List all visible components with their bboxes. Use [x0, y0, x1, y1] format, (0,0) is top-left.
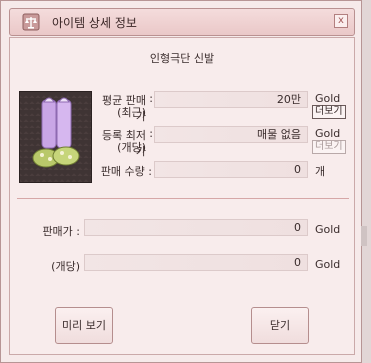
lowest-price-sub: (개당) — [117, 141, 146, 154]
lowest-price-more-button[interactable]: 더보기 — [312, 140, 346, 154]
item-name: 인형극단 신발 — [149, 52, 215, 65]
lowest-price-field: 매물 없음 — [154, 126, 308, 143]
title-bar[interactable]: 아이템 상세 정보 x — [9, 8, 355, 36]
scroll-notch — [361, 226, 367, 246]
item-detail-window: 아이템 상세 정보 x 인형극단 신발 평균 판매가 : (최근) 20만 Go… — [0, 0, 362, 363]
close-icon[interactable]: x — [334, 14, 348, 28]
sale-quantity-field: 0 — [154, 161, 308, 178]
shoes-icon — [32, 97, 80, 168]
avg-price-colon: : — [149, 92, 153, 105]
item-image — [19, 91, 92, 183]
avg-price-more-button[interactable]: 더보기 — [312, 105, 346, 119]
each-price-unit: Gold — [315, 258, 341, 271]
lowest-price-colon: : — [149, 127, 153, 140]
scale-icon — [22, 13, 40, 31]
avg-price-unit: Gold — [315, 92, 341, 105]
lowest-price-unit: Gold — [315, 127, 341, 140]
sale-price-input[interactable]: 0 — [84, 219, 308, 236]
sale-quantity-label: 판매 수량 : — [100, 165, 152, 178]
background-strip — [361, 0, 371, 363]
content-panel: 인형극단 신발 평균 판매가 : (최근) 20만 Gold 더보기 등록 최저… — [9, 37, 355, 355]
avg-price-field: 20만 — [154, 91, 308, 108]
preview-button[interactable]: 미리 보기 — [55, 307, 113, 344]
section-divider — [17, 198, 349, 199]
sale-price-label: 판매가 : — [42, 225, 80, 238]
sale-price-unit: Gold — [315, 223, 341, 236]
sale-quantity-unit: 개 — [315, 165, 326, 178]
avg-price-sub: (최근) — [117, 106, 146, 119]
close-button[interactable]: 닫기 — [251, 307, 309, 344]
window-title: 아이템 상세 정보 — [52, 16, 137, 30]
each-price-label: (개당) — [51, 260, 80, 273]
each-price-field: 0 — [84, 254, 308, 271]
